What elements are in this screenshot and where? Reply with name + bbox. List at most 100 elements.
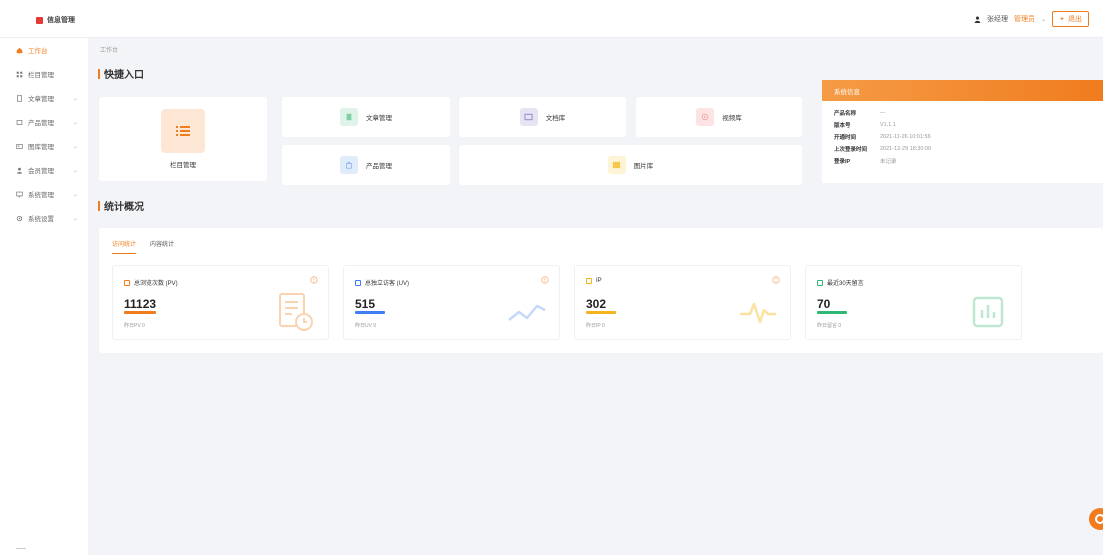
tab-content-stats[interactable]: 内容统计 [150, 239, 174, 254]
quick-entry-documents[interactable]: 文档库 [459, 97, 626, 137]
quick-entry-label: 栏目管理 [170, 162, 196, 169]
yellow-square-icon [586, 278, 592, 284]
stat-card-pv: 总浏览次数 (PV) 11123 昨日PV 0 [112, 265, 329, 340]
system-info-title: 系统信息 [822, 80, 1103, 101]
report-clock-icon [279, 293, 313, 331]
stats-tabs: 访问统计 内容统计 [112, 239, 174, 254]
stat-sub: 昨日IP 0 [586, 323, 605, 329]
picture-icon [607, 156, 626, 174]
quick-entry-videos[interactable]: 视频库 [636, 97, 802, 137]
chevron-down-icon: ⌄ [72, 167, 78, 174]
help-icon[interactable] [310, 276, 318, 284]
user-role-dropdown[interactable]: 管理员 [1014, 14, 1035, 24]
chevron-down-icon: ⌄ [72, 95, 78, 102]
sidebar-collapse-handle[interactable] [16, 548, 26, 549]
sidebar-item-system[interactable]: 系统管理 ⌄ [0, 182, 88, 206]
quick-entry-columns[interactable]: 栏目管理 [99, 97, 267, 181]
monitor-icon [16, 191, 23, 197]
quick-entry-label: 产品管理 [366, 163, 392, 170]
list-icon [161, 109, 205, 153]
stat-card-ip: IP 302 昨日IP 0 [574, 265, 791, 340]
stat-sub: 昨日PV 0 [124, 323, 145, 329]
info-row: 产品名称 — [834, 110, 886, 117]
quick-entry-label: 视频库 [722, 115, 742, 122]
sidebar-item-label: 文章管理 [28, 96, 54, 103]
stat-value: 70 [817, 297, 831, 311]
chevron-down-icon[interactable]: ⌄ [1041, 16, 1046, 23]
image-icon [16, 143, 23, 149]
video-icon [696, 108, 715, 126]
quick-entry-label: 文档库 [545, 115, 566, 122]
value-underline [124, 311, 156, 314]
sidebar-item-articles[interactable]: 文章管理 ⌄ [0, 86, 88, 110]
info-row: 开通时间 2021-11-26 10:01:56 [834, 134, 931, 141]
document-icon [17, 94, 22, 102]
quick-entry-label: 图片库 [633, 163, 654, 170]
stat-card-messages: 最近30天留言 70 昨日留言 0 [805, 265, 1022, 340]
tab-visit-stats[interactable]: 访问统计 [112, 239, 137, 254]
sidebar-item-label: 会员管理 [28, 168, 54, 175]
value-underline [586, 311, 616, 314]
stats-panel: 访问统计 内容统计 总浏览次数 (PV) 11123 昨日PV 0 总独立访客 … [99, 228, 1103, 353]
quick-entry-articles[interactable]: 文章管理 [282, 97, 450, 137]
orange-square-icon [124, 279, 130, 286]
grid-icon [16, 71, 23, 77]
bar-chart-icon [972, 296, 1004, 328]
home-icon [16, 47, 23, 53]
sidebar-item-label: 产品管理 [28, 120, 54, 127]
folder-icon [519, 108, 538, 126]
bag-icon [340, 156, 358, 174]
floating-support-button[interactable] [1089, 508, 1103, 530]
info-row: 上次登录时间 2021-12-29 18:30:00 [834, 146, 932, 153]
stats-title: 统计概况 [98, 198, 144, 213]
user-icon [974, 16, 981, 23]
sidebar-item-label: 工作台 [28, 48, 48, 55]
stat-value: 11123 [124, 297, 157, 311]
sidebar-item-gallery[interactable]: 图库管理 ⌄ [0, 134, 88, 158]
help-icon[interactable] [541, 276, 549, 284]
gear-icon [16, 215, 23, 221]
top-bar: 信息管理 张经理 管理员 ⌄ 退出 [0, 0, 1103, 38]
trend-line-icon [508, 304, 546, 321]
power-icon [1060, 17, 1064, 21]
quick-entry-title: 快捷入口 [98, 66, 144, 81]
chevron-down-icon: ⌄ [72, 191, 78, 198]
stat-label: 总独立访客 (UV) [365, 281, 409, 287]
value-underline [817, 311, 847, 314]
sidebar: 工作台 栏目管理 文章管理 ⌄ 产品管理 ⌄ 图库管理 ⌄ 会员管理 ⌄ 系统管… [0, 38, 88, 555]
quick-entry-label: 文章管理 [366, 115, 392, 122]
green-square-icon [817, 279, 823, 286]
app-logo[interactable]: 信息管理 [36, 15, 75, 25]
sidebar-item-label: 系统设置 [28, 216, 54, 223]
user-icon [17, 167, 22, 174]
stat-sub: 昨日UV 0 [355, 323, 377, 329]
quick-entry-products[interactable]: 产品管理 [282, 145, 450, 185]
sidebar-item-columns[interactable]: 栏目管理 [0, 62, 88, 86]
logo-icon [36, 16, 43, 24]
title-accent-bar [98, 200, 100, 211]
sidebar-item-dashboard[interactable]: 工作台 [0, 38, 88, 62]
chevron-down-icon: ⌄ [72, 215, 78, 222]
sidebar-item-products[interactable]: 产品管理 ⌄ [0, 110, 88, 134]
sidebar-item-settings[interactable]: 系统设置 ⌄ [0, 206, 88, 230]
sidebar-item-label: 系统管理 [28, 192, 54, 199]
quick-entry-images[interactable]: 图片库 [459, 145, 802, 185]
help-icon[interactable] [772, 276, 780, 284]
box-icon [16, 119, 23, 125]
breadcrumb: 工作台 [100, 48, 119, 54]
stat-value: 515 [355, 297, 376, 311]
title-accent-bar [98, 68, 100, 79]
info-row: 版本号 V1.1.1 [834, 122, 896, 129]
user-area: 张经理 管理员 ⌄ 退出 [974, 11, 1089, 27]
sidebar-item-label: 栏目管理 [28, 72, 54, 79]
exit-button[interactable]: 退出 [1052, 11, 1089, 27]
stat-label: IP [596, 278, 602, 284]
sidebar-item-members[interactable]: 会员管理 ⌄ [0, 158, 88, 182]
chevron-down-icon: ⌄ [72, 119, 78, 126]
stat-card-uv: 总独立访客 (UV) 515 昨日UV 0 [343, 265, 560, 340]
stat-value: 302 [586, 297, 607, 311]
chevron-down-icon: ⌄ [72, 143, 78, 150]
stat-label: 总浏览次数 (PV) [134, 281, 178, 287]
stat-sub: 昨日留言 0 [817, 323, 842, 329]
system-info-panel: 系统信息 产品名称 — 版本号 V1.1.1 开通时间 2021-11-26 10:0… [822, 80, 1103, 183]
